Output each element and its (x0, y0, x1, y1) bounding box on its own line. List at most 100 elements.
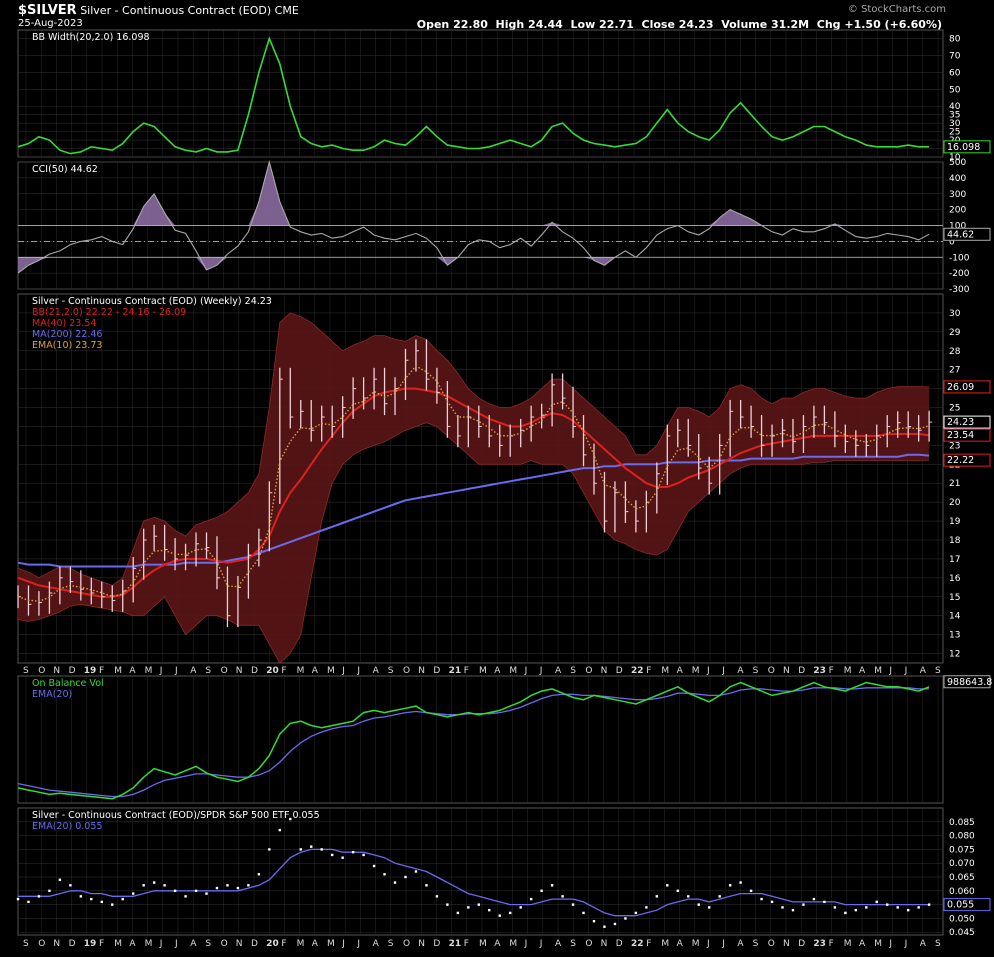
ratio-point (404, 875, 407, 879)
ytick-1-2: 300 (949, 190, 966, 200)
ratio-point (90, 897, 93, 901)
xtick-0-6: M (114, 666, 122, 676)
xtick-1-50: N (783, 939, 790, 949)
ytick-4-1: 0.080 (949, 832, 975, 842)
ratio-point (121, 897, 124, 901)
xtick-0-23: A (373, 666, 380, 676)
ratio-point (718, 895, 721, 898)
xtick-1-20: M (327, 939, 335, 949)
xtick-0-8: M (145, 666, 153, 676)
xtick-1-26: N (418, 939, 425, 949)
xtick-0-58: J (904, 666, 908, 676)
ratio-point (100, 900, 103, 904)
ratio-point (603, 925, 606, 928)
ratio-point (362, 853, 365, 857)
ratio-point (875, 900, 878, 904)
ratio-point (48, 889, 51, 893)
stock-chart: 8070605040353025201510BB Width(20,2.0) 1… (16, 29, 992, 949)
price-tag-0-label: 26.09 (947, 382, 974, 393)
xtick-1-13: O (221, 939, 228, 949)
xtick-0-27: D (433, 666, 440, 676)
ratio-point (760, 897, 763, 901)
ytick-2-10: 20 (949, 498, 961, 508)
xtick-1-7: A (129, 939, 136, 949)
xtick-1-10: J (174, 939, 178, 949)
ratio-point (152, 881, 156, 884)
xtick-0-34: J (539, 666, 543, 676)
xtick-0-14: N (236, 666, 243, 676)
xtick-0-41: F (646, 666, 651, 676)
xtick-0-7: A (129, 666, 136, 676)
xtick-0-36: S (570, 666, 576, 676)
xtick-1-11: A (190, 939, 197, 949)
xtick-1-40: 22 (631, 939, 644, 949)
xtick-0-40: 22 (631, 666, 644, 676)
ratio-point (299, 848, 302, 851)
xtick-0-28: 21 (449, 666, 462, 676)
xtick-1-52: 23 (813, 939, 826, 949)
xtick-0-26: N (418, 666, 425, 676)
xtick-0-9: J (159, 666, 163, 676)
cci-tag-label: 44.62 (947, 229, 974, 240)
ratio-point (278, 828, 282, 832)
ratio-point (425, 884, 428, 887)
xtick-0-33: J (524, 666, 528, 676)
xtick-0-37: O (585, 666, 592, 676)
cci-oversold-fill (18, 257, 930, 274)
ratio-point (833, 906, 837, 909)
xtick-0-53: F (829, 666, 834, 676)
ratio-point (69, 884, 72, 887)
legend-2-2: MA(40) 23.54 (32, 318, 96, 329)
xtick-1-3: D (69, 939, 76, 949)
ratio-point (257, 873, 261, 876)
legend-3-1: EMA(20) (32, 689, 72, 700)
xtick-0-39: D (616, 666, 623, 676)
xtick-0-51: D (798, 666, 805, 676)
ytick-1-6: -100 (949, 253, 970, 263)
ratio-point (467, 906, 470, 909)
xtick-0-56: M (874, 666, 882, 676)
ytick-2-18: 12 (949, 650, 960, 660)
xtick-1-5: F (99, 939, 104, 949)
ytick-4-3: 0.070 (949, 859, 975, 869)
ratio-point (634, 911, 638, 915)
ytick-0-3: 50 (949, 85, 961, 95)
xtick-1-55: A (859, 939, 866, 949)
xtick-1-48: S (753, 939, 759, 949)
panel-frame-0 (17, 29, 944, 158)
ratio-point (802, 903, 805, 906)
legend-2-4: EMA(10) 23.73 (32, 340, 102, 351)
ratio-point (226, 884, 229, 887)
xtick-1-8: M (145, 939, 153, 949)
xtick-1-23: A (373, 939, 380, 949)
price-tag-2-label: 23.54 (947, 430, 974, 441)
legend-2-1: BB(21,2.0) 22.22 - 24.16 - 26.09 (32, 307, 186, 318)
ratio-point (613, 922, 617, 926)
ratio-point (320, 848, 323, 851)
xtick-0-3: D (69, 666, 76, 676)
ratio-point (131, 892, 135, 895)
ytick-2-12: 18 (949, 536, 961, 546)
xtick-1-39: D (616, 939, 623, 949)
xtick-1-51: D (798, 939, 805, 949)
xtick-1-53: F (829, 939, 834, 949)
xtick-0-18: M (297, 666, 305, 676)
ratio-point (791, 908, 795, 912)
xtick-0-59: A (920, 666, 927, 676)
ratio-point (854, 908, 858, 912)
ytick-2-7: 23 (949, 441, 960, 451)
ratio-point (624, 917, 627, 920)
xtick-1-14: N (236, 939, 243, 949)
ratio-point (184, 895, 187, 898)
xtick-1-37: O (585, 939, 592, 949)
ratio-point (812, 897, 816, 901)
xtick-0-15: D (251, 666, 258, 676)
ratio-point (456, 911, 460, 915)
xtick-1-47: A (737, 939, 744, 949)
ratio-point (844, 911, 847, 915)
ratio-point (372, 864, 376, 868)
ratio-point (561, 895, 564, 898)
xtick-0-30: M (479, 666, 487, 676)
ratio-point (215, 886, 219, 890)
xtick-1-57: J (888, 939, 892, 949)
